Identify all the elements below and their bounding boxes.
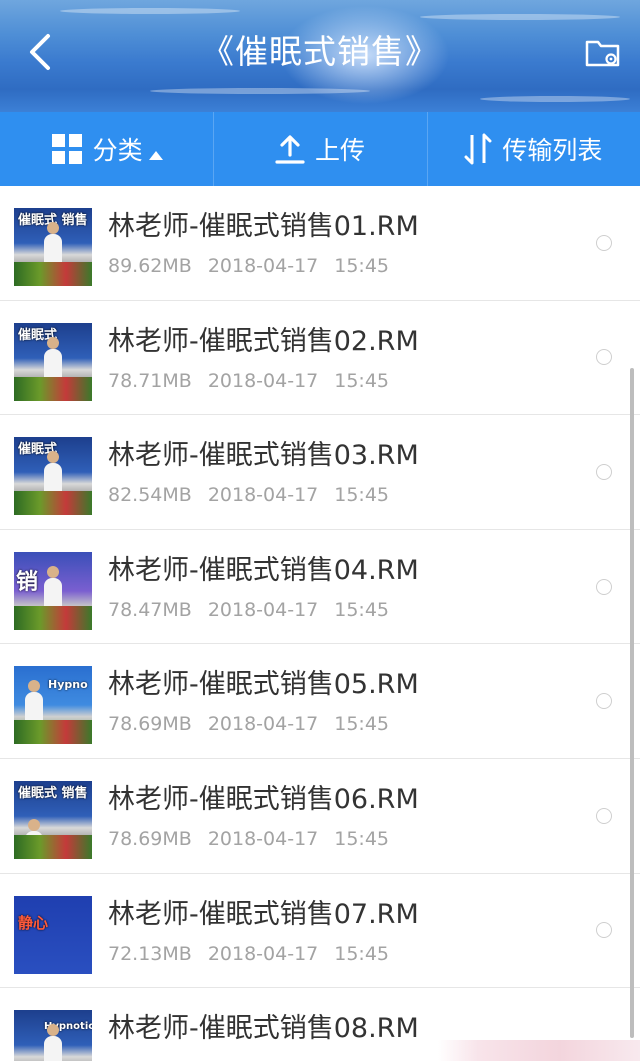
back-button[interactable]	[18, 26, 62, 78]
file-time: 15:45	[334, 255, 390, 277]
transfer-arrows-icon	[464, 132, 492, 166]
file-meta: 78.71MB 2018-04-17 15:45	[108, 369, 389, 393]
select-radio[interactable]	[596, 693, 612, 710]
header-wave-decoration	[480, 96, 630, 102]
caret-icon	[148, 150, 163, 160]
file-meta: 78.47MB 2018-04-17 15:45	[108, 598, 389, 622]
file-time: 15:45	[334, 369, 390, 392]
file-name: 林老师-催眠式销售08.RM	[108, 1013, 419, 1045]
video-thumbnail: Hypnotic	[14, 1010, 92, 1061]
file-size: 72.13MB	[108, 942, 192, 965]
file-date: 2018-04-17	[207, 484, 319, 507]
file-time: 15:45	[334, 598, 390, 621]
select-radio[interactable]	[596, 234, 612, 251]
video-thumbnail: 催眠式 销售	[14, 208, 92, 286]
select-radio[interactable]	[596, 463, 612, 480]
file-name: 林老师-催眠式销售02.RM	[108, 325, 419, 357]
header-bar: 《催眠式销售》	[0, 0, 640, 112]
file-name: 林老师-催眠式销售05.RM	[108, 669, 419, 701]
file-size: 78.47MB	[108, 598, 192, 621]
bottom-overlay-decoration	[438, 1040, 640, 1061]
file-time: 15:45	[334, 827, 390, 850]
upload-icon	[275, 133, 305, 165]
file-size: 89.62MB	[108, 255, 192, 277]
thumbnail-caption: 催眠式 销售	[18, 785, 88, 801]
list-item[interactable]: 销 林老师-催眠式销售04.RM 78.47MB 2018-04-17 15:45	[0, 530, 640, 645]
video-thumbnail: 销	[14, 551, 92, 630]
transfer-list-button[interactable]: 传输列表	[426, 112, 640, 186]
upload-button[interactable]: 上传	[213, 112, 426, 186]
page-title: 《催眠式销售》	[201, 32, 439, 71]
file-date: 2018-04-17	[207, 369, 319, 392]
file-meta: 72.13MB 2018-04-17 15:45	[108, 942, 389, 966]
video-thumbnail: 静心	[14, 895, 92, 974]
folder-settings-button[interactable]	[580, 30, 626, 76]
video-thumbnail: 催眠式	[14, 437, 92, 516]
list-item[interactable]: Hypno 林老师-催眠式销售05.RM 78.69MB 2018-04-17 15…	[0, 644, 640, 759]
file-meta: 78.69MB 2018-04-17 15:45	[108, 712, 389, 736]
file-date: 2018-04-17	[207, 255, 319, 277]
file-date: 2018-04-17	[207, 598, 319, 621]
transfer-list-label: 传输列表	[502, 136, 603, 165]
screen: 《催眠式销售》 分类 上传 传输列表 催眠式 销售 林老师-催眠式销售01.RM…	[0, 0, 640, 1061]
file-time: 15:45	[334, 942, 390, 965]
video-thumbnail: 催眠式	[14, 322, 92, 401]
action-toolbar: 分类 上传 传输列表	[0, 112, 640, 186]
file-list: 催眠式 销售 林老师-催眠式销售01.RM 89.62MB 2018-04-17 1…	[0, 186, 640, 1061]
list-item[interactable]: 催眠式 销售 林老师-催眠式销售06.RM 78.69MB 2018-04-17 1…	[0, 759, 640, 874]
file-time: 15:45	[334, 484, 390, 507]
file-size: 78.69MB	[108, 713, 192, 736]
file-date: 2018-04-17	[207, 827, 319, 850]
category-button[interactable]: 分类	[0, 112, 213, 186]
file-date: 2018-04-17	[207, 713, 319, 736]
file-name: 林老师-催眠式销售04.RM	[108, 554, 419, 586]
file-size: 78.71MB	[108, 369, 192, 392]
file-name: 林老师-催眠式销售06.RM	[108, 783, 419, 815]
select-radio[interactable]	[596, 922, 612, 939]
header-wave-decoration	[60, 8, 240, 14]
file-meta: 82.54MB 2018-04-17 15:45	[108, 483, 389, 507]
list-item[interactable]: 静心 林老师-催眠式销售07.RM 72.13MB 2018-04-17 15:45	[0, 874, 640, 989]
select-radio[interactable]	[596, 578, 612, 595]
header-wave-decoration	[420, 14, 620, 20]
file-size: 82.54MB	[108, 484, 192, 507]
file-name: 林老师-催眠式销售03.RM	[108, 440, 419, 472]
list-scrollbar[interactable]	[630, 368, 634, 1038]
file-size: 78.69MB	[108, 827, 192, 850]
file-time: 15:45	[334, 713, 390, 736]
list-item[interactable]: 催眠式 林老师-催眠式销售03.RM 82.54MB 2018-04-17 15:4…	[0, 415, 640, 530]
video-thumbnail: 催眠式 销售	[14, 780, 92, 859]
upload-label: 上传	[314, 136, 365, 165]
thumbnail-caption: 销	[16, 569, 39, 595]
file-date: 2018-04-17	[207, 942, 319, 965]
select-radio[interactable]	[596, 807, 612, 824]
folder-settings-icon	[585, 40, 620, 67]
list-item[interactable]: 催眠式 销售 林老师-催眠式销售01.RM 89.62MB 2018-04-17 1…	[0, 186, 640, 301]
file-meta: 78.69MB 2018-04-17 15:45	[108, 827, 389, 851]
thumbnail-caption: 静心	[18, 913, 49, 932]
category-label: 分类	[92, 136, 143, 165]
file-name: 林老师-催眠式销售07.RM	[108, 898, 419, 930]
header-wave-decoration	[150, 88, 370, 94]
grid-icon	[51, 133, 83, 165]
list-item[interactable]: 催眠式 林老师-催眠式销售02.RM 78.71MB 2018-04-17 15:4…	[0, 301, 640, 416]
select-radio[interactable]	[596, 349, 612, 366]
file-meta: 89.62MB 2018-04-17 15:45	[108, 254, 389, 278]
chevron-left-icon	[30, 34, 50, 70]
thumbnail-caption: Hypno	[48, 678, 88, 692]
video-thumbnail: Hypno	[14, 666, 92, 745]
file-name: 林老师-催眠式销售01.RM	[108, 211, 419, 242]
